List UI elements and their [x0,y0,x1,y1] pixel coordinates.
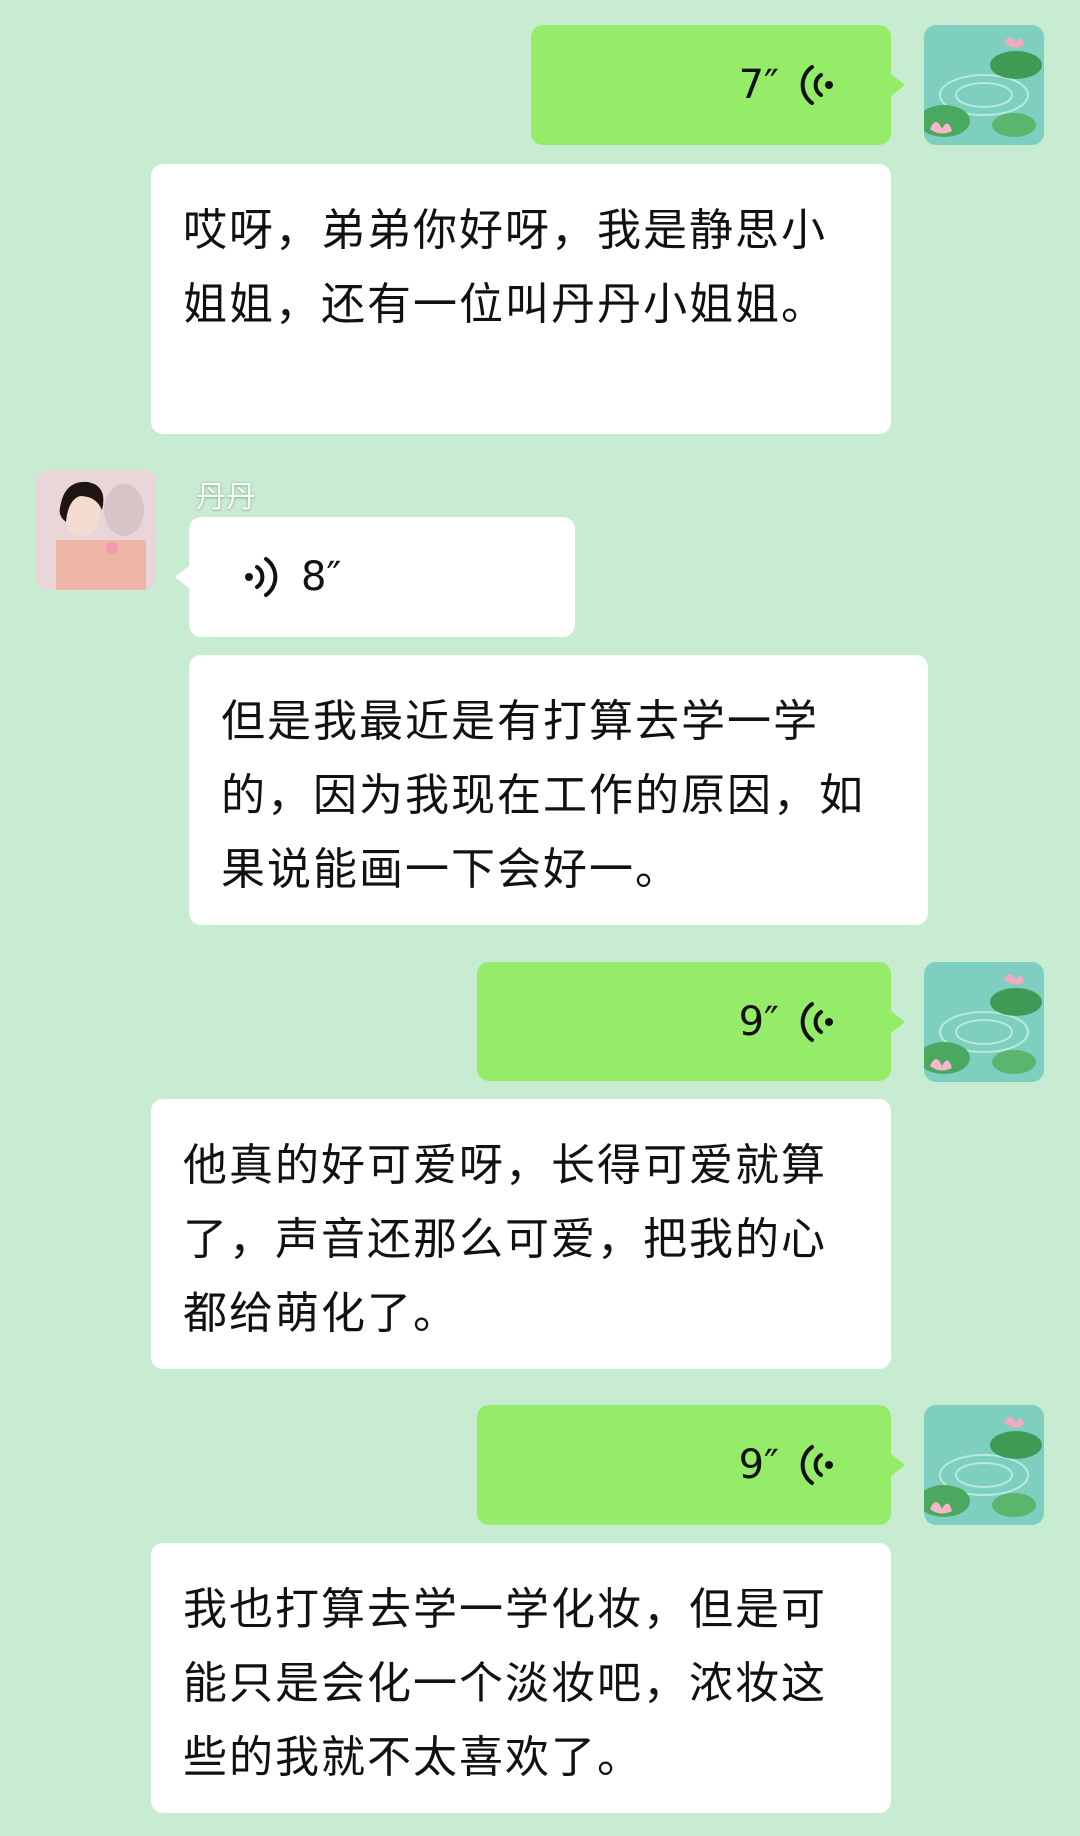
message-text: 但是我最近是有打算去学一学的，因为我现在工作的原因，如果说能画一下会好一。 [221,696,865,895]
my-voice-message[interactable]: 9″ [477,1405,905,1525]
message-text-bubble: 我也打算去学一学化妆，但是可能只是会化一个淡妆吧，浓妆这些的我就不太喜欢了。 [151,1543,891,1813]
message-text: 哎呀，弟弟你好呀，我是静思小姐姐，还有一位叫丹丹小姐姐。 [183,205,827,330]
voice-wave-icon [795,1443,835,1487]
message-text: 他真的好可爱呀，长得可爱就算了，声音还那么可爱，把我的心都给萌化了。 [183,1140,827,1339]
message-text: 我也打算去学一学化妆，但是可能只是会化一个淡妆吧，浓妆这些的我就不太喜欢了。 [183,1584,827,1783]
sender-name: 丹丹 [196,480,256,515]
bubble-tail [890,73,905,97]
voice-wave-icon [795,63,835,107]
my-voice-message[interactable]: 7″ [531,25,905,145]
lotus-pond-avatar [924,1405,1044,1525]
bubble-tail [890,1453,905,1477]
lotus-pond-avatar [924,25,1044,145]
contact-avatar[interactable] [36,470,156,590]
bubble-tail [175,565,190,589]
voice-duration: 7″ [738,62,779,108]
my-avatar[interactable] [924,1405,1044,1525]
my-avatar[interactable] [924,962,1044,1082]
voice-duration: 9″ [738,1442,779,1488]
lotus-pond-avatar [924,962,1044,1082]
message-text-bubble: 但是我最近是有打算去学一学的，因为我现在工作的原因，如果说能画一下会好一。 [189,655,928,925]
voice-duration: 8″ [301,554,342,600]
my-voice-message[interactable]: 9″ [477,962,905,1081]
voice-wave-icon [795,1000,835,1044]
bubble-tail [890,1009,905,1034]
message-text-bubble: 他真的好可爱呀，长得可爱就算了，声音还那么可爱，把我的心都给萌化了。 [151,1099,891,1369]
message-text-bubble: 哎呀，弟弟你好呀，我是静思小姐姐，还有一位叫丹丹小姐姐。 [151,164,891,434]
voice-duration: 9″ [738,998,779,1045]
voice-wave-icon [243,555,283,599]
my-avatar[interactable] [924,25,1044,145]
chat-window: 7″ 哎呀，弟弟你好呀，我是静思小姐姐，还有一位叫丹丹小姐姐。 丹丹 8″ 但是… [0,0,1080,1836]
contact-voice-message[interactable]: 8″ [175,517,575,637]
woman-portrait-avatar [36,470,156,590]
